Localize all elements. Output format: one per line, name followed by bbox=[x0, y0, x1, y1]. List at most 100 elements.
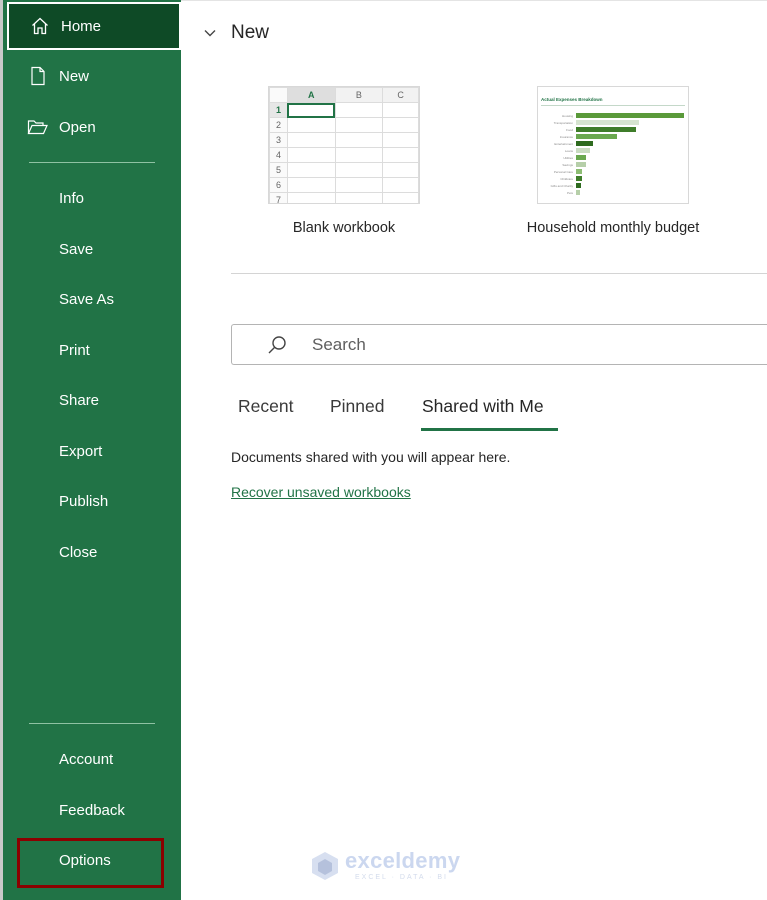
chevron-down-icon bbox=[204, 30, 216, 37]
budget-bar-row: Loans bbox=[538, 148, 591, 153]
budget-bar-row: Childcare bbox=[538, 176, 583, 181]
template-caption: Household monthly budget bbox=[526, 220, 700, 236]
new-document-icon bbox=[27, 65, 49, 87]
search-icon bbox=[268, 336, 286, 354]
sidebar-item-home[interactable]: Home bbox=[7, 2, 181, 50]
sidebar-item-save[interactable]: Save bbox=[3, 226, 181, 272]
budget-bar bbox=[576, 169, 583, 174]
budget-bar bbox=[576, 183, 582, 188]
column-header: B bbox=[334, 87, 384, 103]
sidebar-item-open[interactable]: Open bbox=[3, 104, 181, 150]
search-placeholder: Search bbox=[312, 334, 366, 354]
sidebar-item-label: Feedback bbox=[59, 801, 125, 819]
budget-bar-label: Savings bbox=[562, 162, 573, 167]
budget-bar bbox=[576, 134, 618, 139]
sidebar-item-print[interactable]: Print bbox=[3, 327, 181, 373]
budget-bar-row: Insurance bbox=[538, 134, 618, 139]
budget-bar-row: Utilities bbox=[538, 155, 586, 160]
sidebar-item-account[interactable]: Account bbox=[3, 736, 181, 782]
budget-bar bbox=[576, 148, 591, 153]
sidebar-item-export[interactable]: Export bbox=[3, 428, 181, 474]
budget-bar bbox=[576, 113, 684, 118]
sidebar-item-label: Open bbox=[59, 118, 96, 136]
sidebar-item-share[interactable]: Share bbox=[3, 377, 181, 423]
budget-bar-row: Housing bbox=[538, 113, 684, 118]
backstage-sidebar: Home New Open Info Save Save As Print Sh… bbox=[3, 0, 181, 900]
sidebar-item-close[interactable]: Close bbox=[3, 529, 181, 575]
sidebar-item-save-as[interactable]: Save As bbox=[3, 276, 181, 322]
sidebar-item-label: Share bbox=[59, 391, 100, 409]
budget-bar bbox=[576, 141, 594, 146]
template-thumbnail: A B C 1 2 3 4 5 6 7 bbox=[268, 86, 420, 204]
budget-chart-rule bbox=[541, 105, 685, 106]
budget-bar-row: Pets bbox=[538, 190, 581, 195]
row-header: 2 bbox=[269, 117, 288, 133]
sidebar-item-options[interactable]: Options bbox=[3, 837, 181, 883]
budget-bar-label: Personal Care bbox=[553, 169, 573, 174]
recover-unsaved-link[interactable]: Recover unsaved workbooks bbox=[231, 484, 411, 500]
sidebar-item-label: Close bbox=[59, 543, 98, 561]
row-header: 7 bbox=[269, 192, 288, 203]
row-header: 1 bbox=[269, 102, 288, 118]
budget-bar-label: Entertainment bbox=[554, 141, 573, 146]
watermark: exceldemy EXCEL · DATA · BI bbox=[311, 850, 460, 881]
budget-bar-label: Gifts and Charity bbox=[550, 183, 573, 188]
row-header: 3 bbox=[269, 132, 288, 148]
sidebar-item-label: Info bbox=[59, 189, 85, 207]
sidebar-item-new[interactable]: New bbox=[3, 53, 181, 99]
budget-bar-label: Food bbox=[566, 127, 573, 132]
active-tab-indicator bbox=[421, 428, 558, 431]
budget-bar-row: Personal Care bbox=[538, 169, 583, 174]
budget-bar-label: Insurance bbox=[559, 134, 573, 139]
open-folder-icon bbox=[27, 116, 49, 138]
sidebar-divider bbox=[29, 723, 155, 724]
sidebar-divider bbox=[29, 162, 155, 163]
tab-shared-with-me[interactable]: Shared with Me bbox=[422, 396, 544, 417]
row-header: 4 bbox=[269, 147, 288, 163]
home-icon bbox=[29, 15, 51, 37]
empty-state-message: Documents shared with you will appear he… bbox=[231, 449, 511, 465]
top-border bbox=[181, 0, 767, 1]
column-header: C bbox=[382, 87, 419, 103]
template-thumbnail: Actual Expenses Breakdown Housing Transpo… bbox=[537, 86, 689, 204]
sidebar-item-label: Export bbox=[59, 442, 103, 460]
tab-recent[interactable]: Recent bbox=[238, 396, 293, 417]
budget-bar-row: Transportation bbox=[538, 120, 639, 125]
exceldemy-logo-icon bbox=[312, 851, 338, 880]
sidebar-item-label: New bbox=[59, 67, 90, 85]
budget-bar-row: Entertainment bbox=[538, 141, 594, 146]
budget-bar-row: Savings bbox=[538, 162, 586, 167]
column-header: A bbox=[286, 87, 336, 103]
budget-bar-label: Housing bbox=[561, 113, 573, 118]
budget-bar bbox=[576, 176, 583, 181]
sidebar-item-info[interactable]: Info bbox=[3, 175, 181, 221]
tab-pinned[interactable]: Pinned bbox=[330, 396, 385, 417]
sidebar-item-label: Home bbox=[61, 17, 102, 35]
budget-bar bbox=[576, 162, 586, 167]
template-household-budget[interactable]: Actual Expenses Breakdown Housing Transpo… bbox=[527, 86, 699, 236]
backstage-main: New A B C 1 2 3 4 5 6 7 Blank workbook A… bbox=[181, 0, 767, 900]
budget-bar-row: Gifts and Charity bbox=[538, 183, 582, 188]
section-title: New bbox=[231, 22, 270, 43]
sidebar-item-label: Save As bbox=[59, 290, 115, 308]
spreadsheet-preview: A B C 1 2 3 4 5 6 7 bbox=[269, 87, 419, 203]
template-blank-workbook[interactable]: A B C 1 2 3 4 5 6 7 Blank workbook bbox=[268, 86, 420, 236]
budget-bar bbox=[576, 120, 639, 125]
sidebar-item-label: Save bbox=[59, 240, 94, 258]
budget-bar bbox=[576, 190, 581, 195]
row-header: 5 bbox=[269, 162, 288, 178]
template-caption: Blank workbook bbox=[292, 220, 396, 236]
sidebar-item-feedback[interactable]: Feedback bbox=[3, 787, 181, 833]
sidebar-item-publish[interactable]: Publish bbox=[3, 478, 181, 524]
new-section-toggle[interactable]: New bbox=[203, 22, 269, 44]
section-separator bbox=[231, 273, 767, 274]
budget-bar bbox=[576, 127, 637, 132]
sidebar-item-label: Publish bbox=[59, 492, 109, 510]
search-input[interactable]: Search bbox=[231, 324, 767, 365]
budget-bar-label: Loans bbox=[564, 148, 573, 153]
sidebar-item-label: Account bbox=[59, 750, 114, 768]
budget-chart-title: Actual Expenses Breakdown bbox=[541, 97, 603, 102]
sidebar-item-label: Print bbox=[59, 341, 90, 359]
row-header: 6 bbox=[269, 177, 288, 193]
budget-bar-label: Utilities bbox=[563, 155, 573, 160]
